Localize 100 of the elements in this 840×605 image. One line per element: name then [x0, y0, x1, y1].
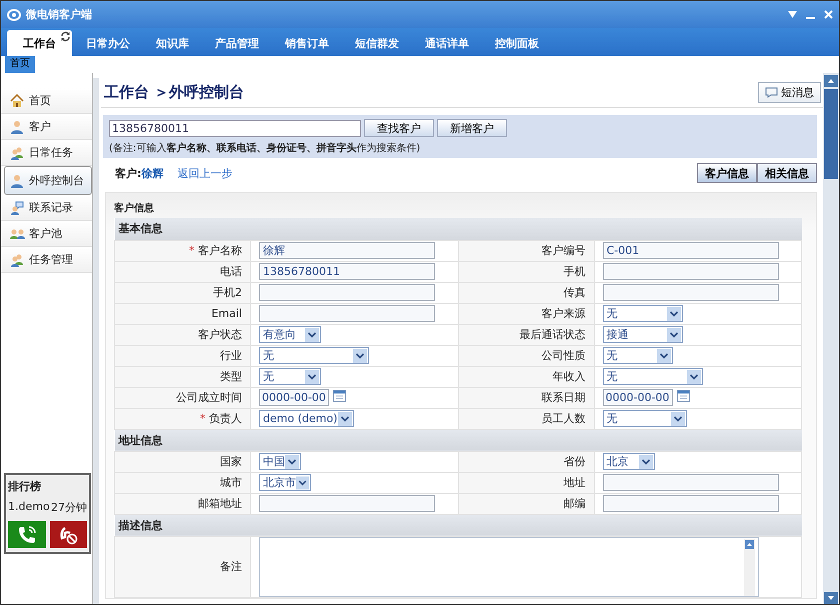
page-tab[interactable]: 首页	[5, 56, 35, 73]
chevron-down-icon	[353, 348, 367, 362]
ranking-title: 排行榜	[8, 479, 42, 494]
field-label: 邮箱地址	[198, 497, 242, 510]
date-field[interactable]: 0000-00-00	[259, 389, 329, 406]
text-field[interactable]	[602, 474, 778, 491]
nav-tab[interactable]: 短信群发	[343, 30, 411, 56]
dropdown[interactable]: 无	[259, 347, 369, 364]
search-field[interactable]: 13856780011	[109, 120, 361, 136]
person-chat-icon	[10, 200, 25, 214]
chevron-down-icon	[305, 328, 319, 342]
nav-tab[interactable]: 产品管理	[203, 30, 271, 56]
field-label: 客户来源	[542, 307, 586, 320]
dropdown[interactable]: 无	[259, 368, 321, 385]
text-field[interactable]: 徐辉	[259, 242, 435, 259]
nav-tab[interactable]: 工作台	[7, 30, 72, 56]
scroll-up-icon[interactable]	[824, 75, 838, 87]
close-icon[interactable]	[824, 10, 833, 19]
text-field[interactable]	[259, 305, 435, 322]
field-label: Email	[211, 307, 242, 320]
dropdown-icon[interactable]	[788, 10, 797, 18]
chevron-down-icon	[305, 370, 319, 384]
nav-tab[interactable]: 控制面板	[483, 30, 551, 56]
field-label: 邮编	[564, 497, 586, 510]
dropdown[interactable]: 无	[602, 347, 672, 364]
field-label: 手机	[564, 265, 586, 278]
dropdown[interactable]: 北京	[602, 453, 654, 470]
field-label: 最后通话状态	[520, 328, 586, 341]
field-label: 公司成立时间	[176, 391, 242, 404]
sidebar-item[interactable]: 外呼控制台	[4, 166, 92, 195]
field-label: 备注	[220, 560, 242, 573]
ranking-name: 1.demo	[8, 500, 50, 515]
field-label: 传真	[564, 286, 586, 299]
people-icon	[10, 252, 25, 266]
chevron-down-icon	[656, 348, 670, 362]
dropdown[interactable]: 无	[602, 410, 686, 427]
house-icon	[10, 94, 25, 108]
date-field[interactable]: 0000-00-00	[602, 389, 672, 406]
hangup-button[interactable]	[50, 521, 87, 548]
message-button[interactable]: 短消息	[758, 82, 821, 103]
chevron-down-icon	[338, 412, 352, 426]
field-label: * 客户名称	[189, 244, 242, 257]
scrollbar-thumb[interactable]	[824, 89, 838, 179]
text-field[interactable]	[259, 495, 435, 512]
group-icon	[10, 226, 25, 240]
scroll-down-icon[interactable]	[824, 592, 838, 604]
nav-tab[interactable]: 通话详单	[413, 30, 481, 56]
section-header: 描述信息	[114, 514, 802, 536]
text-field[interactable]	[602, 263, 778, 280]
dropdown[interactable]: demo (demo)	[259, 410, 354, 427]
dropdown[interactable]: 无	[602, 368, 702, 385]
nav-tab[interactable]: 日常办公	[74, 30, 142, 56]
info-tab[interactable]: 客户信息	[697, 163, 757, 183]
page-heading: 工作台 ＞外呼控制台	[103, 83, 244, 102]
ranking-time: 27分钟	[51, 500, 87, 515]
info-tab[interactable]: 相关信息	[757, 163, 817, 183]
dropdown[interactable]: 北京市	[259, 474, 311, 491]
field-label: 公司性质	[542, 349, 586, 362]
scrollbar[interactable]	[823, 73, 839, 604]
field-label: 行业	[220, 349, 242, 362]
notes-field[interactable]	[259, 536, 759, 596]
dropdown[interactable]: 有意向	[259, 326, 321, 343]
calendar-icon[interactable]	[333, 389, 346, 402]
person-icon	[10, 120, 25, 134]
field-label: 国家	[220, 455, 242, 468]
text-field[interactable]	[259, 284, 435, 301]
dropdown[interactable]: 无	[602, 305, 682, 322]
textarea-scrollbar[interactable]	[744, 538, 755, 596]
person-icon	[10, 174, 25, 188]
field-label: 客户状态	[198, 328, 242, 341]
chevron-down-icon	[670, 412, 684, 426]
people-icon	[10, 146, 25, 160]
back-link[interactable]: 返回上一步	[177, 166, 232, 180]
chevron-down-icon	[296, 476, 309, 490]
dropdown[interactable]: 接通	[602, 326, 682, 343]
scroll-up-icon[interactable]	[745, 540, 754, 548]
text-field[interactable]	[602, 495, 778, 512]
app-logo-icon	[7, 8, 21, 20]
text-field[interactable]: C-001	[602, 242, 778, 259]
nav-tab[interactable]: 销售订单	[273, 30, 341, 56]
calendar-icon[interactable]	[676, 389, 690, 402]
window-title: 微电销客户端	[26, 7, 92, 22]
field-label: 客户编号	[542, 244, 586, 257]
chevron-down-icon	[666, 306, 680, 320]
chevron-down-icon	[666, 328, 680, 342]
chevron-down-icon	[686, 370, 700, 384]
field-label: 年收入	[552, 370, 586, 383]
field-label: * 负责人	[200, 412, 242, 425]
dropdown[interactable]: 中国	[259, 453, 301, 470]
customer-name: 徐辉	[141, 166, 164, 180]
call-button[interactable]	[8, 521, 46, 548]
search-button[interactable]: 查找客户	[364, 119, 434, 137]
field-label: 城市	[220, 476, 242, 489]
search-button[interactable]: 新增客户	[437, 119, 507, 137]
refresh-icon[interactable]	[60, 31, 71, 42]
speech-bubble-icon	[765, 87, 778, 98]
search-note: (备注:可输入客户名称、联系电话、身份证号、拼音字头作为搜索条件)	[109, 141, 422, 155]
text-field[interactable]: 13856780011	[259, 263, 435, 280]
nav-tab[interactable]: 知识库	[144, 30, 201, 56]
text-field[interactable]	[602, 284, 778, 301]
